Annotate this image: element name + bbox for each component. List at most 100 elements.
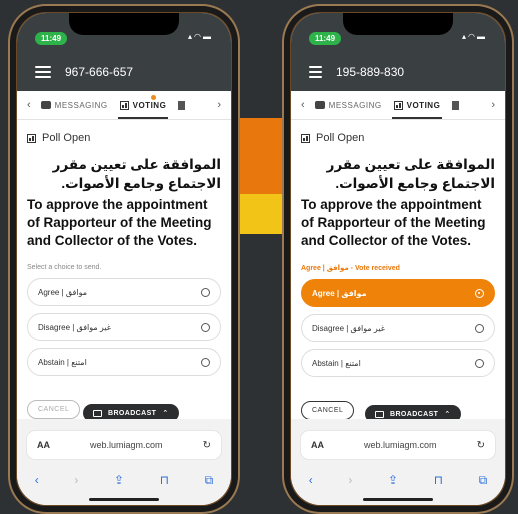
bar-chart-icon	[301, 133, 310, 143]
yellow-decor-block	[238, 194, 288, 234]
bookmarks-icon[interactable]: ⊓	[434, 473, 443, 487]
cancel-button[interactable]: CANCEL	[27, 400, 81, 420]
radio-icon	[475, 323, 484, 333]
hamburger-icon[interactable]	[35, 66, 51, 78]
vote-received-notice: Agree | موافق - Vote received	[301, 265, 400, 273]
text-size-button[interactable]: AA	[37, 440, 50, 450]
poll-header: Poll Open	[27, 132, 221, 144]
phone-number: 967-666-657	[65, 65, 134, 79]
url-bar[interactable]: AA web.lumiagm.com ↻	[27, 431, 221, 459]
tabs-icon[interactable]: ⧉	[479, 473, 488, 488]
poll-status: Poll Open	[316, 132, 365, 144]
choice-agree[interactable]: Agree | موافق	[27, 278, 221, 307]
radio-icon	[201, 322, 210, 332]
broadcast-label: BROADCAST	[108, 409, 157, 417]
tab-label: VOTING	[132, 100, 167, 110]
poll-content: Poll Open الموافقة على تعيين مقرر الاجتم…	[17, 120, 231, 426]
question-arabic: الموافقة على تعيين مقرر الاجتماع وجامع ا…	[326, 157, 495, 191]
url-text: web.lumiagm.com	[90, 440, 163, 450]
signal-wifi-battery-icon: ▴◠▬	[188, 32, 213, 41]
tab-label: VOTING	[406, 100, 441, 110]
cast-icon	[375, 410, 384, 418]
forward-icon[interactable]: ›	[348, 473, 352, 487]
poll-content: Poll Open الموافقة على تعيين مقرر الاجتم…	[291, 120, 505, 427]
app-bar: 967-666-657	[17, 53, 231, 91]
home-indicator	[89, 498, 159, 501]
app-bar: 195-889-830	[291, 53, 505, 91]
chevron-left-icon[interactable]: ‹	[297, 99, 309, 111]
question-english: To approve the appointment of Rapporteur…	[27, 196, 212, 249]
tab-bar: ‹ MESSAGING VOTING ›	[17, 91, 231, 120]
url-bar[interactable]: AA web.lumiagm.com ↻	[301, 431, 495, 459]
notification-dot	[151, 95, 157, 100]
signal-wifi-battery-icon: ▴◠▬	[462, 32, 487, 41]
back-icon[interactable]: ‹	[309, 473, 313, 487]
status-bar: 11:49 ▴◠▬	[291, 13, 505, 53]
cast-icon	[93, 409, 102, 417]
bookmarks-icon[interactable]: ⊓	[160, 473, 169, 487]
tab-voting[interactable]: VOTING	[388, 91, 447, 119]
tab-messaging[interactable]: MESSAGING	[35, 91, 114, 119]
chevron-right-icon[interactable]: ›	[213, 99, 225, 111]
tabs-icon[interactable]: ⧉	[205, 473, 214, 488]
poll-status: Poll Open	[42, 132, 91, 144]
chevron-right-icon[interactable]: ›	[487, 99, 499, 111]
choice-agree[interactable]: Agree | موافق	[301, 279, 495, 308]
choice-disagree[interactable]: Disagree | غير موافق	[301, 314, 495, 343]
choice-label: Agree | موافق	[312, 288, 367, 298]
browser-chrome: AA web.lumiagm.com ↻ ‹ › ⇪ ⊓ ⧉	[17, 419, 231, 505]
choice-hint: Select a choice to send.	[27, 264, 102, 272]
hamburger-icon[interactable]	[309, 66, 322, 78]
reload-icon[interactable]: ↻	[477, 440, 485, 451]
browser-nav: ‹ › ⇪ ⊓ ⧉	[291, 469, 505, 491]
chevron-up-icon: ⌃	[444, 411, 451, 419]
phone-screen: 11:49 ▴◠▬ 195-889-830 ‹ MESSAGING VOTING…	[291, 13, 505, 505]
question-arabic: الموافقة على تعيين مقرر الاجتماع وجامع ا…	[52, 157, 221, 191]
choice-abstain[interactable]: Abstain | امتنع	[27, 348, 221, 377]
phone-number: 195-889-830	[336, 65, 405, 79]
url-text: web.lumiagm.com	[364, 440, 437, 450]
radio-checked-icon	[475, 288, 484, 298]
browser-nav: ‹ › ⇪ ⊓ ⧉	[17, 469, 231, 491]
choice-label: Disagree | غير موافق	[38, 322, 111, 332]
tab-messaging[interactable]: MESSAGING	[309, 91, 388, 119]
radio-icon	[475, 358, 484, 368]
chat-icon	[40, 101, 51, 109]
share-icon[interactable]: ⇪	[388, 473, 398, 487]
choice-label: Agree | موافق	[38, 287, 88, 297]
tab-bar: ‹ MESSAGING VOTING ›	[291, 91, 505, 120]
choice-label: Abstain | امتنع	[38, 357, 87, 367]
tab-label: MESSAGING	[328, 100, 382, 110]
reload-icon[interactable]: ↻	[203, 440, 211, 451]
choice-abstain[interactable]: Abstain | امتنع	[301, 349, 495, 378]
text-size-button[interactable]: AA	[311, 440, 324, 450]
cancel-button[interactable]: CANCEL	[301, 401, 355, 421]
phone-left: 11:49 ▴◠▬ 967-666-657 ‹ MESSAGING VOTING…	[8, 4, 240, 514]
phone-screen: 11:49 ▴◠▬ 967-666-657 ‹ MESSAGING VOTING…	[17, 13, 231, 505]
notch	[343, 13, 453, 35]
poll-header: Poll Open	[301, 132, 495, 144]
status-bar: 11:49 ▴◠▬	[17, 13, 231, 53]
document-icon	[452, 100, 460, 110]
back-icon[interactable]: ‹	[35, 473, 39, 487]
tab-label: MESSAGING	[54, 100, 108, 110]
choice-label: Disagree | غير موافق	[312, 323, 385, 333]
chevron-up-icon: ⌃	[162, 410, 169, 418]
tab-voting[interactable]: VOTING	[114, 91, 173, 119]
tab-documents[interactable]	[446, 91, 465, 119]
chat-icon	[314, 101, 325, 109]
status-time: 11:49	[309, 32, 342, 45]
bar-chart-icon	[119, 100, 129, 110]
share-icon[interactable]: ⇪	[114, 473, 124, 487]
bar-chart-icon	[27, 133, 36, 143]
broadcast-label: BROADCAST	[390, 410, 439, 418]
bar-chart-icon	[393, 100, 403, 110]
forward-icon[interactable]: ›	[74, 473, 78, 487]
home-indicator	[363, 498, 433, 501]
choice-disagree[interactable]: Disagree | غير موافق	[27, 313, 221, 342]
browser-chrome: AA web.lumiagm.com ↻ ‹ › ⇪ ⊓ ⧉	[291, 419, 505, 505]
question-english: To approve the appointment of Rapporteur…	[301, 196, 486, 249]
tab-documents[interactable]	[172, 91, 191, 119]
chevron-left-icon[interactable]: ‹	[23, 99, 35, 111]
choice-label: Abstain | امتنع	[312, 358, 361, 368]
